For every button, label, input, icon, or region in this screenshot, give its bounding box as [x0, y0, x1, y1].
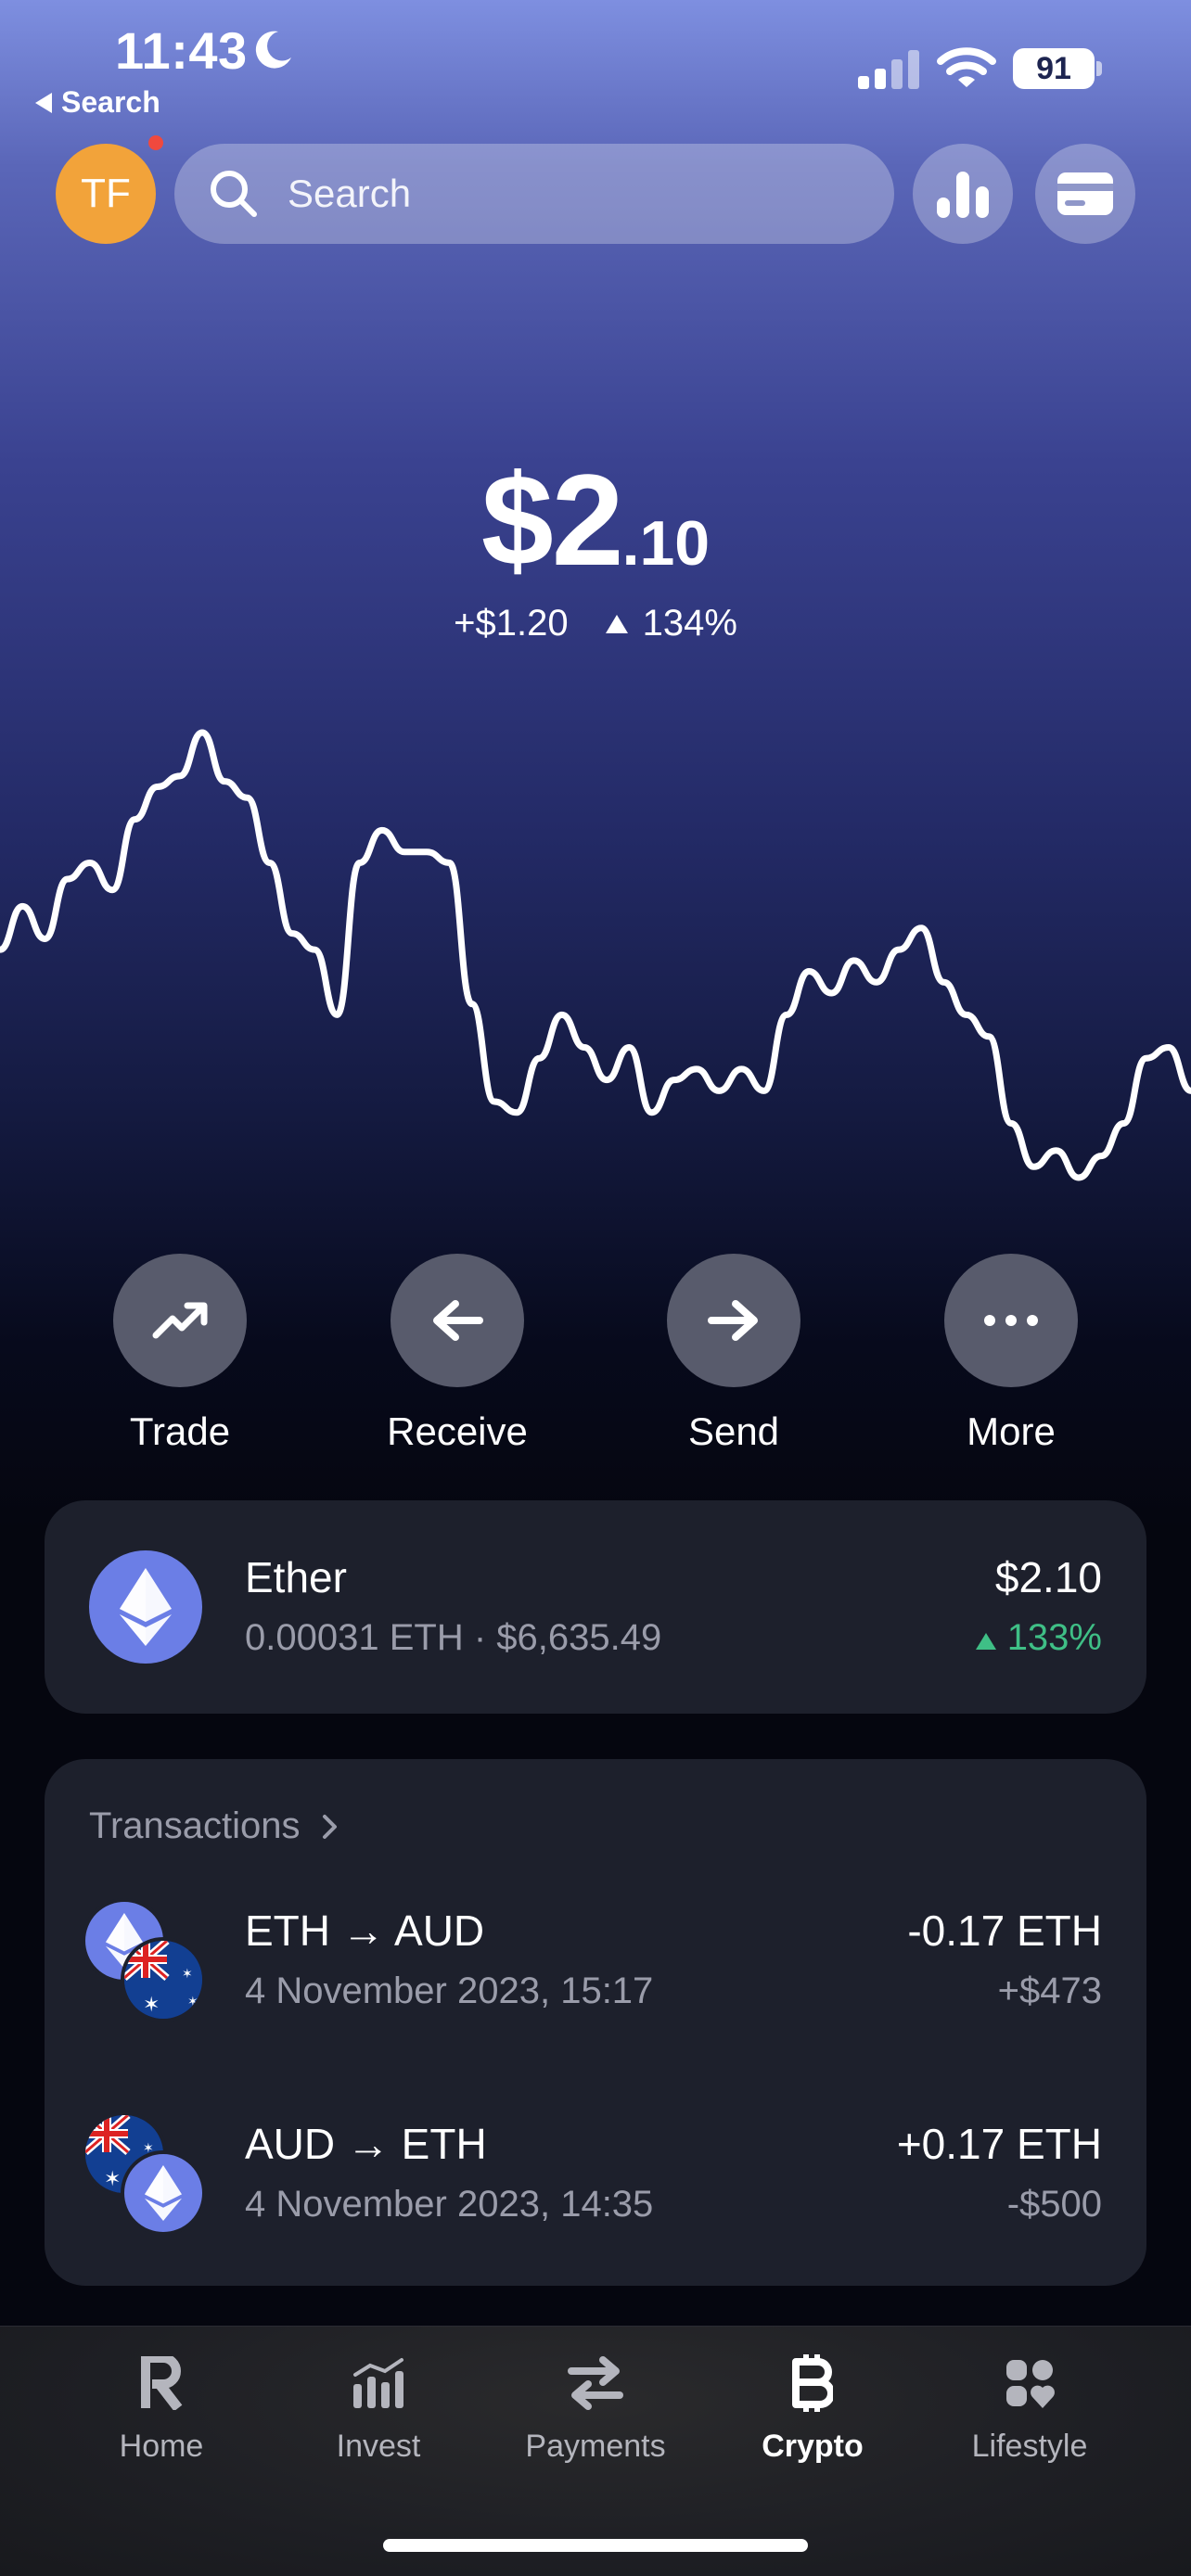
trend-up-icon: [152, 1302, 208, 1339]
ethereum-icon: [120, 1568, 172, 1646]
tab-lifestyle[interactable]: Lifestyle: [918, 2351, 1141, 2465]
transaction-title: ETH → AUD: [245, 1906, 485, 1955]
transaction-amount: +0.17 ETH: [896, 2120, 1102, 2168]
portfolio-balance: $2.10: [0, 445, 1191, 595]
arrow-left-icon: [433, 1300, 483, 1341]
transfer-arrows-icon: [568, 2356, 623, 2410]
tab-payments-label: Payments: [525, 2429, 666, 2464]
trade-label: Trade: [129, 1409, 231, 1453]
transaction-row[interactable]: ✶ ✶ AUD → ETH 4 November 2023, 14:35 +0.…: [45, 2111, 1146, 2278]
tab-home-label: Home: [119, 2429, 204, 2464]
change-percent: 134%: [642, 603, 737, 644]
tab-invest-label: Invest: [336, 2429, 421, 2464]
search-input[interactable]: [288, 172, 844, 216]
receive-button[interactable]: Receive: [355, 1254, 559, 1454]
status-time: 11:43: [115, 21, 248, 80]
transaction-date: 4 November 2023, 15:17: [245, 1970, 654, 2011]
tab-crypto-label: Crypto: [762, 2429, 864, 2464]
balance-change: +$1.20 134%: [0, 603, 1191, 644]
notification-dot: [148, 135, 163, 150]
svg-text:✶: ✶: [187, 1995, 198, 2009]
tab-lifestyle-label: Lifestyle: [971, 2429, 1088, 2464]
asset-name: Ether: [245, 1553, 347, 1601]
transactions-header: Transactions: [89, 1805, 301, 1846]
transactions-card: Transactions ✶ ✶ ✶ ETH → AUD 4 November …: [45, 1759, 1146, 2286]
tab-crypto[interactable]: Crypto: [701, 2351, 924, 2465]
arrow-right-icon: [708, 1300, 758, 1341]
tab-invest[interactable]: Invest: [267, 2351, 490, 2465]
ether-asset-card[interactable]: Ether 0.00031 ETH · $6,635.49 $2.10 133%: [45, 1500, 1146, 1714]
receive-label: Receive: [387, 1409, 528, 1453]
tab-home[interactable]: Home: [50, 2351, 273, 2465]
more-label: More: [967, 1409, 1056, 1453]
transaction-amount: -0.17 ETH: [907, 1906, 1102, 1955]
price-chart[interactable]: [0, 714, 1191, 1196]
ethereum-icon: [145, 2165, 182, 2221]
australia-flag-icon: ✶ ✶ ✶: [121, 1937, 206, 2022]
transaction-fiat: -$500: [1006, 2184, 1102, 2225]
invest-chart-icon: [353, 2358, 403, 2408]
cellular-signal-icon: [858, 46, 919, 89]
battery-nub: [1096, 61, 1102, 76]
analytics-button[interactable]: [913, 144, 1013, 244]
ether-coin: [121, 2150, 206, 2236]
up-triangle-icon: [975, 1633, 996, 1650]
more-button[interactable]: More: [909, 1254, 1113, 1454]
transaction-row[interactable]: ✶ ✶ ✶ ETH → AUD 4 November 2023, 15:17 -…: [45, 1898, 1146, 2065]
ellipsis-icon: [984, 1315, 1038, 1326]
lifestyle-grid-icon: [1006, 2360, 1055, 2408]
cards-button[interactable]: [1035, 144, 1135, 244]
balance-cents: .10: [621, 508, 711, 579]
asset-change-value: 133%: [1006, 1617, 1102, 1658]
up-triangle-icon: [605, 614, 628, 633]
asset-change: 133%: [975, 1617, 1102, 1659]
revolut-logo-icon: [141, 2356, 183, 2410]
wifi-icon: [937, 47, 996, 87]
transaction-date: 4 November 2023, 14:35: [245, 2184, 654, 2225]
ether-coin: [89, 1550, 202, 1664]
asset-value: $2.10: [994, 1553, 1102, 1601]
svg-text:✶: ✶: [182, 1967, 193, 1982]
transactions-header-link[interactable]: Transactions: [89, 1805, 340, 1847]
balance-dollars: $2: [480, 447, 624, 593]
send-button[interactable]: Send: [632, 1254, 836, 1454]
transaction-fiat: +$473: [997, 1970, 1102, 2011]
bar-chart-icon: [937, 172, 989, 218]
trade-button[interactable]: Trade: [78, 1254, 282, 1454]
search-bar[interactable]: [174, 144, 894, 244]
svg-text:✶: ✶: [104, 2168, 121, 2191]
back-to-search-link[interactable]: Search: [35, 85, 160, 120]
transaction-title: AUD → ETH: [245, 2120, 487, 2168]
avatar[interactable]: TF: [56, 144, 156, 244]
svg-text:✶: ✶: [143, 1994, 160, 2017]
send-label: Send: [687, 1409, 780, 1453]
moon-icon: [255, 31, 291, 69]
change-amount: +$1.20: [454, 603, 569, 644]
search-icon: [211, 171, 257, 217]
tab-payments[interactable]: Payments: [484, 2351, 707, 2465]
home-indicator: [383, 2539, 808, 2552]
chevron-right-icon: [322, 1815, 337, 1839]
back-triangle-icon: [35, 92, 52, 113]
battery-indicator: 91: [1013, 48, 1095, 89]
card-icon: [1057, 172, 1113, 215]
bitcoin-icon: [792, 2354, 833, 2412]
asset-detail: 0.00031 ETH · $6,635.49: [245, 1617, 662, 1658]
back-label: Search: [61, 85, 160, 119]
price-line: [0, 729, 1191, 1181]
